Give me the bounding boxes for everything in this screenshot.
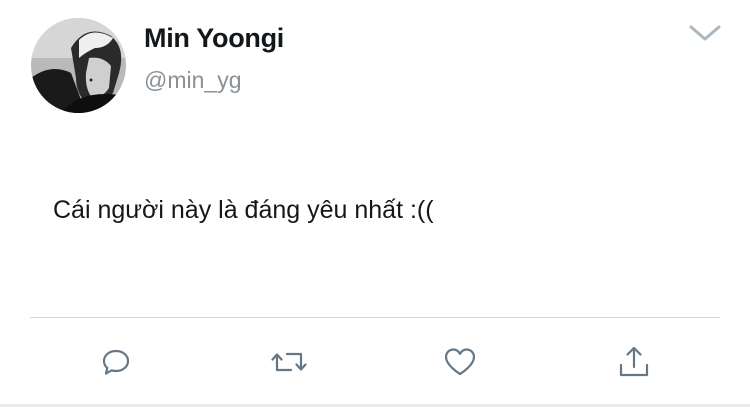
retweet-icon: [271, 352, 307, 372]
chevron-down-icon[interactable]: [688, 22, 722, 44]
divider: [30, 317, 720, 318]
author-handle[interactable]: @min_yg: [144, 66, 242, 94]
retweet-button[interactable]: [269, 342, 309, 382]
reply-icon: [102, 349, 130, 375]
profile-photo: [31, 18, 126, 113]
like-button[interactable]: [440, 342, 480, 382]
share-icon: [619, 346, 649, 377]
author-display-name[interactable]: Min Yoongi: [144, 22, 284, 54]
avatar[interactable]: [31, 18, 126, 113]
reply-button[interactable]: [96, 342, 136, 382]
heart-icon: [444, 348, 476, 376]
share-button[interactable]: [614, 342, 654, 382]
tweet-text: Cái người này là đáng yêu nhất :((: [53, 196, 434, 224]
